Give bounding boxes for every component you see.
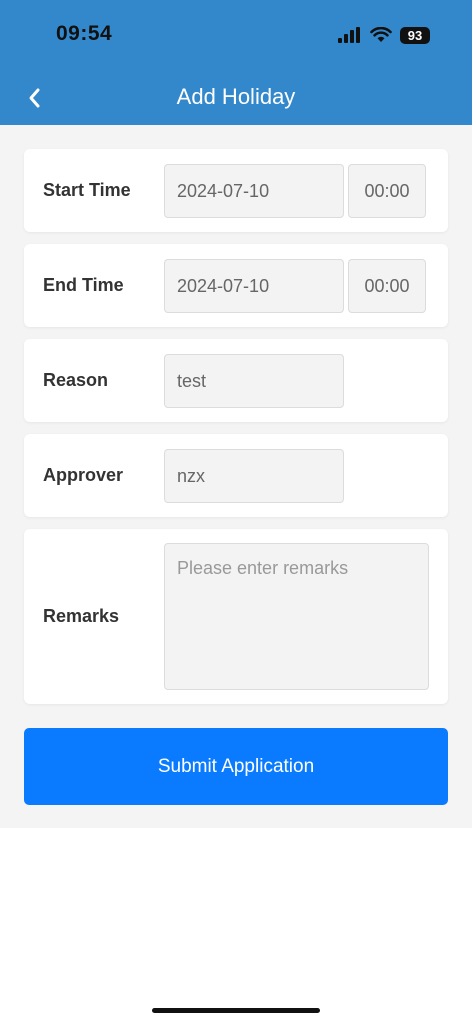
- start-time-row: Start Time: [24, 149, 448, 232]
- page-title: Add Holiday: [176, 84, 296, 109]
- approver-label: Approver: [43, 465, 124, 485]
- start-time-label: Start Time: [43, 180, 131, 200]
- battery-icon: 93: [400, 26, 430, 44]
- reason-label: Reason: [43, 370, 109, 390]
- status-bar: 09:54 93: [0, 0, 472, 70]
- status-icons: 93: [338, 24, 430, 46]
- reason-input[interactable]: [164, 354, 344, 408]
- reason-row: Reason: [24, 339, 448, 422]
- end-time-row: End Time: [24, 244, 448, 327]
- approver-input[interactable]: [164, 449, 344, 503]
- remarks-row: Remarks: [24, 529, 448, 704]
- end-date-input[interactable]: [164, 259, 344, 313]
- remarks-label: Remarks: [43, 606, 120, 626]
- app-header: 09:54 93 Add Holiday: [0, 0, 472, 125]
- cellular-signal-icon: [338, 27, 360, 43]
- end-time-input[interactable]: [348, 259, 426, 313]
- submit-application-button[interactable]: Submit Application: [24, 728, 448, 805]
- start-time-input[interactable]: [348, 164, 426, 218]
- start-date-input[interactable]: [164, 164, 344, 218]
- form-container: Start Time End Time Reason Approver Rema…: [0, 125, 472, 828]
- end-time-label: End Time: [43, 275, 124, 295]
- status-time: 09:54: [56, 22, 113, 45]
- nav-bar: Add Holiday: [0, 70, 472, 125]
- wifi-icon: [370, 27, 392, 42]
- approver-row: Approver: [24, 434, 448, 517]
- home-indicator: [152, 1008, 320, 1013]
- remarks-textarea[interactable]: [164, 543, 429, 690]
